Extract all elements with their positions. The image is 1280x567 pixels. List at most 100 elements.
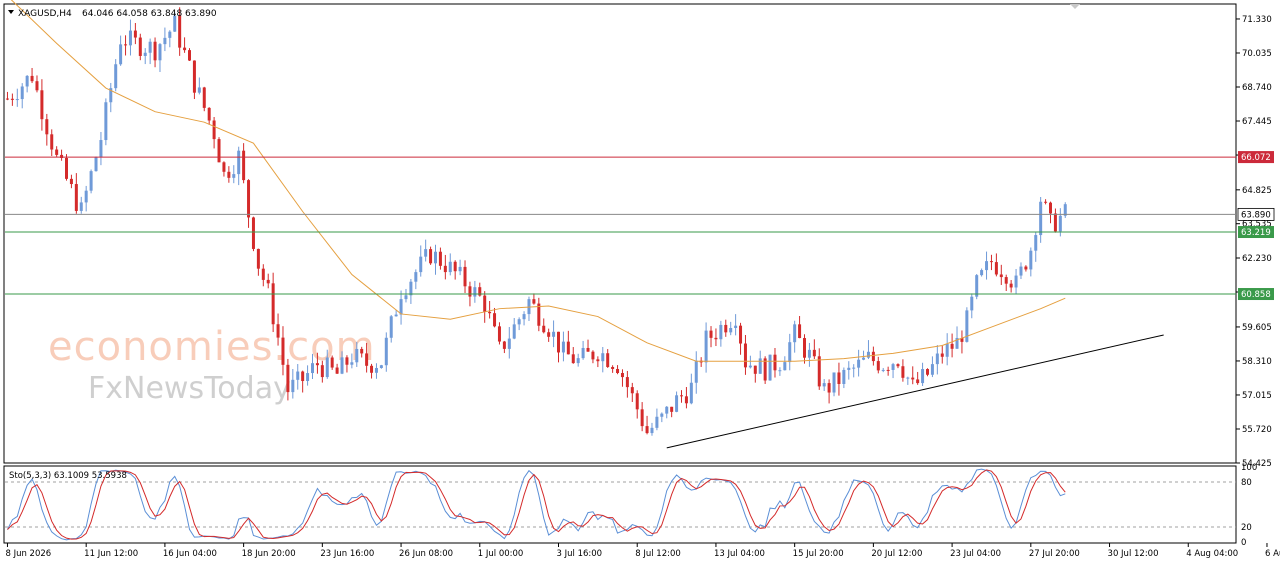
candle-body — [778, 370, 782, 372]
candle-body — [89, 171, 93, 191]
candle-body — [1029, 250, 1033, 270]
candle-body — [384, 337, 388, 366]
price-tick-label: 62.230 — [1242, 254, 1272, 264]
candle-body — [630, 387, 634, 394]
candle-body — [1044, 201, 1048, 203]
candle-body — [542, 325, 546, 333]
candle-body — [69, 178, 73, 185]
candle-body — [306, 373, 310, 382]
candle-body — [183, 47, 187, 51]
candle-body — [719, 324, 723, 340]
candle-body — [124, 44, 128, 46]
candle-body — [940, 353, 944, 357]
candle-body — [340, 357, 344, 374]
candle-body — [517, 319, 521, 325]
candle-body — [601, 353, 605, 362]
candle-body — [783, 362, 787, 371]
candle-body — [935, 353, 939, 365]
candle-body — [507, 338, 511, 349]
candle-body — [714, 337, 718, 340]
candle-body — [739, 325, 743, 344]
candle-body — [443, 265, 447, 273]
candle-body — [994, 262, 998, 275]
candle-body — [458, 266, 462, 272]
price-tick-label: 67.445 — [1242, 117, 1272, 127]
price-chart[interactable]: economies.com FxNewsToday 71.33070.03568… — [0, 0, 1280, 567]
candle-body — [104, 102, 108, 141]
candle-body — [576, 358, 580, 364]
candle-body — [311, 363, 314, 374]
candle-body — [581, 347, 585, 359]
candle-body — [502, 341, 506, 349]
time-tick-label: 27 Jul 20:00 — [1029, 549, 1080, 559]
level-tag-label-support-2: 60.858 — [1241, 290, 1271, 300]
candle-body — [473, 287, 477, 297]
candle-body — [640, 409, 644, 427]
candle-body — [291, 379, 295, 393]
candle-body — [842, 369, 846, 384]
candle-body — [768, 354, 772, 381]
candle-body — [438, 251, 442, 266]
time-tick-label: 1 Jul 00:00 — [478, 549, 524, 559]
candle-body — [237, 150, 241, 175]
candle-body — [188, 50, 191, 61]
candle-body — [55, 149, 59, 155]
stoch-tick-label: 20 — [1241, 523, 1252, 533]
candle-body — [561, 341, 565, 353]
candle-body — [419, 256, 423, 273]
candle-body — [532, 299, 536, 304]
candle-body — [512, 324, 516, 339]
candle-body — [1014, 275, 1018, 288]
candle-body — [665, 406, 669, 414]
candle-body — [970, 296, 974, 311]
candle-body — [773, 354, 777, 371]
time-tick-label: 11 Jun 12:00 — [84, 549, 138, 559]
candle-body — [488, 311, 492, 314]
candle-body — [256, 248, 260, 269]
candle-body — [35, 81, 39, 91]
time-tick-label: 3 Jul 16:00 — [557, 549, 603, 559]
watermark-fxnewstoday: FxNewsToday — [88, 371, 291, 406]
candle-body — [1024, 266, 1028, 270]
candle-body — [335, 367, 339, 374]
candle-body — [330, 357, 334, 368]
candle-body — [74, 184, 78, 211]
candle-body — [566, 341, 570, 355]
candle-body — [921, 369, 925, 384]
candle-body — [497, 326, 501, 342]
candle-body — [217, 139, 221, 163]
candle-body — [557, 331, 560, 353]
candle-body — [409, 281, 413, 296]
time-tick-label: 16 Jun 04:00 — [163, 549, 217, 559]
candle-body — [261, 268, 265, 280]
time-tick-label: 6 Aug 20:00 — [1265, 549, 1280, 559]
candle-body — [448, 261, 452, 273]
candle-body — [1053, 213, 1057, 232]
price-tick-label: 57.015 — [1242, 391, 1272, 401]
candle-body — [980, 270, 984, 276]
candle-body — [50, 134, 54, 150]
candle-body — [684, 396, 688, 404]
candle-body — [178, 15, 182, 48]
price-tick-label: 68.740 — [1242, 83, 1272, 93]
candle-body — [45, 119, 49, 135]
level-tag-label-current: 63.890 — [1241, 210, 1271, 220]
candle-body — [119, 44, 123, 65]
time-tick-label: 30 Jul 12:00 — [1108, 549, 1159, 559]
candle-body — [99, 140, 103, 158]
candle-body — [950, 343, 954, 349]
candle-body — [315, 363, 319, 366]
candle-body — [168, 31, 172, 38]
candle-body — [670, 406, 674, 412]
candle-body — [389, 316, 393, 338]
candle-body — [675, 395, 679, 412]
candle-body — [812, 349, 816, 357]
time-tick-label: 4 Aug 04:00 — [1186, 549, 1238, 559]
stoch-tick-label: 80 — [1241, 478, 1252, 488]
candle-body — [704, 330, 708, 363]
candle-body — [596, 359, 600, 362]
candle-body — [242, 150, 246, 181]
ohlc-values: 64.046 64.058 63.848 63.890 — [82, 9, 217, 19]
price-tick-label: 71.330 — [1242, 15, 1272, 25]
candle-body — [571, 354, 575, 364]
